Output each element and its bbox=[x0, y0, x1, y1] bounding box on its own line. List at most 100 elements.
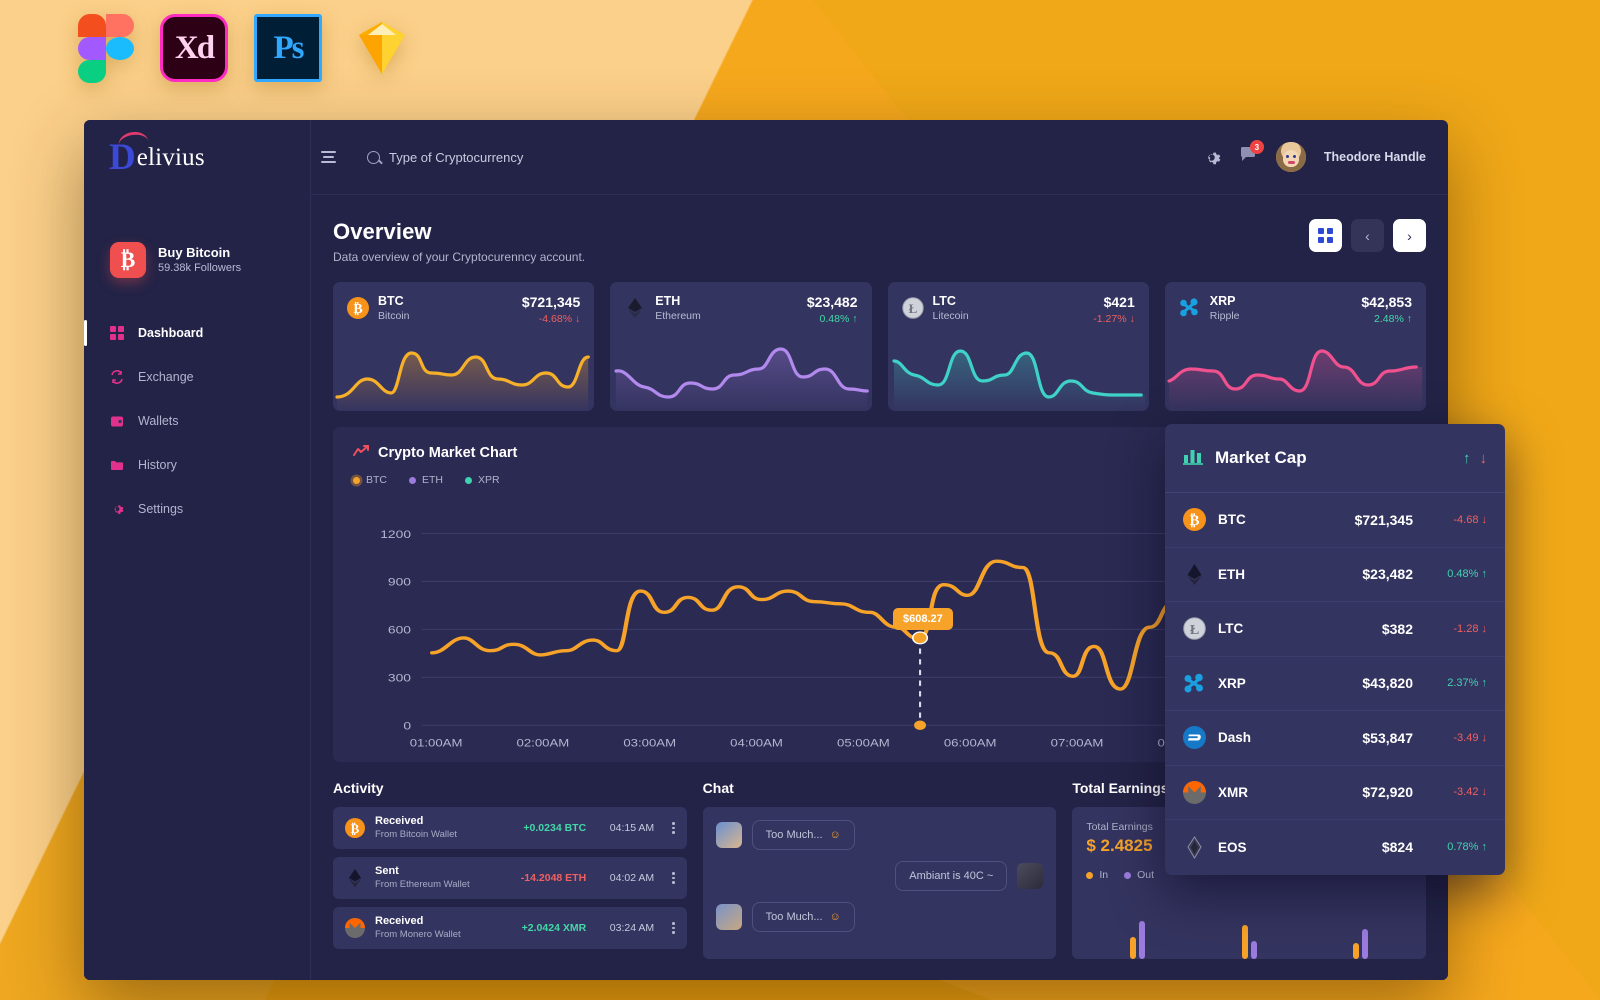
chat-bubble[interactable]: Too Much... ☺ bbox=[751, 820, 855, 850]
top-bar: 3 Theodore Handle bbox=[311, 120, 1448, 195]
sidebar-item-label: Dashboard bbox=[138, 326, 204, 340]
avatar[interactable] bbox=[1275, 142, 1306, 172]
chart-title: Crypto Market Chart bbox=[378, 445, 518, 461]
coin-card-btc[interactable]: ₿ BTC Bitcoin $721,345 -4.68% ↓ bbox=[333, 282, 595, 411]
grid-view-button[interactable] bbox=[1309, 219, 1342, 252]
market-cap-row[interactable]: ETH $23,482 0.48% ↑ bbox=[1165, 548, 1505, 602]
bitcoin-icon: ₿ bbox=[110, 242, 146, 278]
activity-amount: -14.2048 ETH bbox=[520, 872, 587, 884]
svg-text:₿: ₿ bbox=[351, 821, 360, 836]
activity-time: 03:24 AM bbox=[609, 922, 655, 934]
market-cap-change: -3.42 ↓ bbox=[1453, 786, 1487, 799]
sidebar-item-label: History bbox=[138, 458, 177, 472]
legend-out: Out bbox=[1124, 869, 1154, 881]
activity-amount: +2.0424 XMR bbox=[521, 922, 587, 934]
folder-icon bbox=[110, 458, 124, 472]
sidebar-item-dashboard[interactable]: Dashboard bbox=[84, 311, 311, 355]
chat-message: Too Much... ☺ bbox=[715, 820, 1044, 850]
bar-chart-icon bbox=[1183, 446, 1204, 470]
sidebar-item-settings[interactable]: Settings bbox=[84, 487, 311, 531]
activity-type: Received bbox=[375, 915, 424, 928]
coin-change: 2.48% ↑ bbox=[1374, 312, 1412, 325]
search-bar[interactable] bbox=[367, 149, 1202, 165]
legend-eth[interactable]: ETH bbox=[409, 474, 443, 486]
coin-symbol: BTC bbox=[378, 294, 404, 308]
activity-time: 04:15 AM bbox=[609, 822, 655, 834]
coin-name: Ethereum bbox=[655, 309, 701, 322]
market-cap-row[interactable]: ₿ BTC $721,345 -4.68 ↓ bbox=[1165, 493, 1505, 548]
svg-text:₿: ₿ bbox=[353, 301, 362, 317]
more-options-icon[interactable] bbox=[664, 922, 675, 934]
svg-text:900: 900 bbox=[388, 576, 411, 588]
chat-bubble[interactable]: Ambiant is 40C ~ bbox=[895, 861, 1008, 891]
coin-card-eth[interactable]: ETH Ethereum $23,482 0.48% ↑ bbox=[610, 282, 872, 411]
svg-text:05:00AM: 05:00AM bbox=[837, 737, 890, 749]
legend-btc[interactable]: BTC bbox=[353, 474, 387, 486]
chat-text: Ambiant is 40C ~ bbox=[909, 870, 994, 882]
hamburger-icon[interactable] bbox=[311, 151, 351, 163]
chat-title: Chat bbox=[702, 780, 734, 796]
more-options-icon[interactable] bbox=[664, 822, 675, 834]
activity-row[interactable]: Received From Monero Wallet +2.0424 XMR … bbox=[333, 907, 687, 949]
gear-icon bbox=[110, 502, 124, 516]
market-cap-change: -3.49 ↓ bbox=[1453, 731, 1487, 744]
coin-symbol: LTC bbox=[932, 294, 956, 308]
prev-button[interactable]: ‹ bbox=[1351, 219, 1384, 252]
chart-tooltip: $608.27 bbox=[893, 608, 953, 630]
sort-ascending-icon[interactable]: ↑ bbox=[1463, 450, 1471, 467]
activity-time: 04:02 AM bbox=[609, 872, 655, 884]
sketch-icon bbox=[348, 14, 416, 82]
sparkline-btc bbox=[333, 327, 594, 411]
ripple-icon bbox=[1179, 297, 1201, 319]
chat-bubble[interactable]: Too Much... ☺ bbox=[751, 902, 855, 932]
eos-icon bbox=[1183, 835, 1206, 859]
coin-symbol: ETH bbox=[655, 294, 681, 308]
adobe-xd-label: Xd bbox=[174, 29, 215, 66]
sidebar-item-history[interactable]: History bbox=[84, 443, 311, 487]
next-button[interactable]: › bbox=[1393, 219, 1426, 252]
dash-icon bbox=[1183, 726, 1206, 750]
activity-source: From Bitcoin Wallet bbox=[375, 828, 457, 840]
coin-price: $421 bbox=[1103, 294, 1135, 310]
market-cap-symbol: ETH bbox=[1218, 566, 1245, 582]
grid-icon bbox=[110, 326, 124, 340]
activity-row[interactable]: Sent From Ethereum Wallet -14.2048 ETH 0… bbox=[333, 857, 687, 899]
coin-card-ltc[interactable]: Ł LTC Litecoin $421 -1.27% ↓ bbox=[887, 282, 1149, 411]
notifications-button[interactable]: 3 bbox=[1239, 140, 1264, 168]
market-cap-row[interactable]: Dash $53,847 -3.49 ↓ bbox=[1165, 711, 1505, 766]
activity-source: From Monero Wallet bbox=[375, 928, 461, 940]
chat-text: Too Much... bbox=[765, 829, 823, 841]
app-logo[interactable]: D elivius bbox=[84, 120, 311, 195]
more-options-icon[interactable] bbox=[664, 872, 675, 884]
logo-letter: D bbox=[109, 129, 149, 176]
sidebar-item-exchange[interactable]: Exchange bbox=[84, 355, 311, 399]
chat-message: Ambiant is 40C ~ bbox=[716, 861, 1044, 891]
earnings-bars bbox=[1086, 899, 1412, 959]
market-cap-price: $824 bbox=[1381, 839, 1413, 856]
buy-bitcoin-card[interactable]: ₿ Buy Bitcoin 59.38k Followers bbox=[110, 242, 311, 278]
coin-card-xrp[interactable]: XRP Ripple $42,853 2.48% ↑ bbox=[1164, 282, 1426, 411]
coin-price: $42,853 bbox=[1361, 294, 1412, 310]
sidebar-item-wallets[interactable]: Wallets bbox=[84, 399, 311, 443]
sort-descending-icon[interactable]: ↓ bbox=[1480, 450, 1488, 467]
sidebar: D elivius ₿ Buy Bitcoin 59.38k Followers… bbox=[84, 120, 311, 980]
activity-row[interactable]: ₿ Received From Bitcoin Wallet +0.0234 B… bbox=[333, 807, 687, 849]
legend-xpr[interactable]: XPR bbox=[465, 474, 500, 486]
svg-text:Ł: Ł bbox=[1190, 623, 1199, 638]
market-cap-panel: Market Cap ↑ ↓ ₿ BTC $721,345 -4.68 ↓ ET… bbox=[1165, 424, 1505, 875]
monero-icon bbox=[345, 918, 365, 938]
buy-bitcoin-title: Buy Bitcoin bbox=[158, 244, 231, 260]
chevron-left-icon: ‹ bbox=[1365, 227, 1370, 244]
search-input[interactable] bbox=[389, 149, 689, 165]
market-cap-row[interactable]: EOS $824 0.78% ↑ bbox=[1165, 820, 1505, 875]
market-cap-row[interactable]: Ł LTC $382 -1.28 ↓ bbox=[1165, 602, 1505, 657]
market-cap-sort[interactable]: ↑ ↓ bbox=[1463, 450, 1487, 467]
market-cap-symbol: EOS bbox=[1218, 839, 1247, 855]
sidebar-item-label: Settings bbox=[138, 502, 184, 516]
market-cap-row[interactable]: XMR $72,920 -3.42 ↓ bbox=[1165, 766, 1505, 820]
sidebar-item-label: Exchange bbox=[138, 370, 194, 384]
legend-in: In bbox=[1086, 869, 1108, 881]
market-cap-row[interactable]: XRP $43,820 2.37% ↑ bbox=[1165, 657, 1505, 711]
photoshop-label: Ps bbox=[273, 29, 305, 66]
gear-icon[interactable] bbox=[1202, 148, 1221, 167]
